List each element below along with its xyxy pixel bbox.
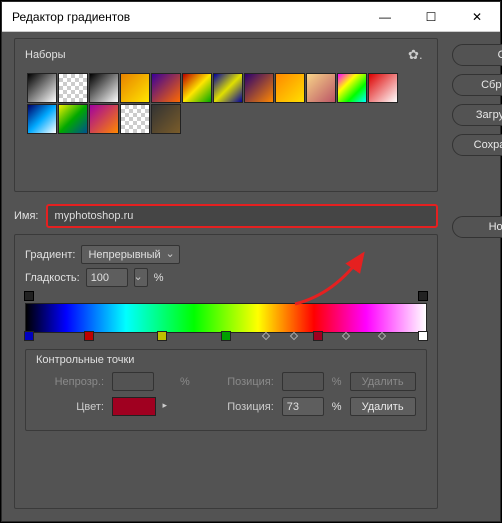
preset-swatch[interactable] bbox=[120, 104, 150, 134]
preset-swatch[interactable] bbox=[58, 104, 88, 134]
new-button[interactable]: Новый bbox=[452, 216, 502, 238]
preset-swatch[interactable] bbox=[89, 73, 119, 103]
preset-swatch[interactable] bbox=[337, 73, 367, 103]
window-title: Редактор градиентов bbox=[12, 10, 362, 24]
name-label: Имя: bbox=[14, 210, 38, 222]
color-stop[interactable] bbox=[157, 331, 167, 341]
gradient-editor-window: Редактор градиентов — ☐ ✕ Наборы ✿. Имя: bbox=[1, 1, 501, 522]
save-button[interactable]: Сохранить... bbox=[452, 134, 502, 156]
gradient-bar[interactable] bbox=[25, 303, 427, 333]
gear-icon[interactable]: ✿. bbox=[404, 45, 427, 65]
smoothness-input[interactable]: 100 bbox=[86, 268, 128, 287]
midpoint-diamond[interactable] bbox=[378, 332, 386, 340]
preset-swatch[interactable] bbox=[244, 73, 274, 103]
opacity-stops-row bbox=[25, 291, 427, 305]
maximize-button[interactable]: ☐ bbox=[408, 2, 454, 31]
color-position-input[interactable]: 73 bbox=[282, 397, 324, 416]
preset-grid bbox=[25, 71, 427, 183]
opacity-stop[interactable] bbox=[24, 291, 34, 301]
color-stops-row bbox=[25, 331, 427, 345]
smoothness-dropdown[interactable] bbox=[134, 268, 148, 287]
color-position-label: Позиция: bbox=[206, 401, 274, 413]
opacity-delete-button: Удалить bbox=[350, 372, 416, 391]
gradient-type-select[interactable]: Непрерывный bbox=[81, 245, 179, 264]
ok-button[interactable]: OK bbox=[452, 44, 502, 66]
titlebar: Редактор градиентов — ☐ ✕ bbox=[2, 2, 500, 32]
opacity-position-label: Позиция: bbox=[206, 376, 274, 388]
midpoint-diamond[interactable] bbox=[290, 332, 298, 340]
presets-label: Наборы bbox=[25, 49, 404, 61]
midpoint-diamond[interactable] bbox=[262, 332, 270, 340]
load-button[interactable]: Загрузить... bbox=[452, 104, 502, 126]
preset-swatch[interactable] bbox=[89, 104, 119, 134]
opacity-label: Непрозр.: bbox=[36, 376, 104, 388]
preset-swatch[interactable] bbox=[368, 73, 398, 103]
color-label: Цвет: bbox=[36, 401, 104, 413]
preset-swatch[interactable] bbox=[275, 73, 305, 103]
control-points-title: Контрольные точки bbox=[36, 354, 416, 366]
color-delete-button[interactable]: Удалить bbox=[350, 397, 416, 416]
midpoint-diamond[interactable] bbox=[342, 332, 350, 340]
color-stop[interactable] bbox=[221, 331, 231, 341]
gradient-type-label: Градиент: bbox=[25, 249, 75, 261]
opacity-input bbox=[112, 372, 154, 391]
close-button[interactable]: ✕ bbox=[454, 2, 500, 31]
color-stop[interactable] bbox=[418, 331, 428, 341]
preset-swatch[interactable] bbox=[27, 104, 57, 134]
color-stop[interactable] bbox=[313, 331, 323, 341]
presets-panel: Наборы ✿. bbox=[14, 38, 438, 192]
preset-swatch[interactable] bbox=[58, 73, 88, 103]
color-stop[interactable] bbox=[84, 331, 94, 341]
preset-swatch[interactable] bbox=[182, 73, 212, 103]
preset-swatch[interactable] bbox=[151, 104, 181, 134]
preset-swatch[interactable] bbox=[120, 73, 150, 103]
reset-button[interactable]: Сбросить bbox=[452, 74, 502, 96]
preset-swatch[interactable] bbox=[306, 73, 336, 103]
preset-swatch[interactable] bbox=[151, 73, 181, 103]
opacity-position-input bbox=[282, 372, 324, 391]
preset-swatch[interactable] bbox=[213, 73, 243, 103]
color-stop[interactable] bbox=[24, 331, 34, 341]
smoothness-label: Гладкость: bbox=[25, 272, 80, 284]
gradient-panel: Градиент: Непрерывный Гладкость: 100 % К… bbox=[14, 234, 438, 509]
preset-swatch[interactable] bbox=[27, 73, 57, 103]
opacity-stop[interactable] bbox=[418, 291, 428, 301]
control-points-panel: Контрольные точки Непрозр.: % Позиция: %… bbox=[25, 349, 427, 431]
color-swatch[interactable] bbox=[112, 397, 156, 416]
minimize-button[interactable]: — bbox=[362, 2, 408, 31]
name-input[interactable] bbox=[46, 204, 437, 228]
percent-label: % bbox=[154, 272, 164, 284]
